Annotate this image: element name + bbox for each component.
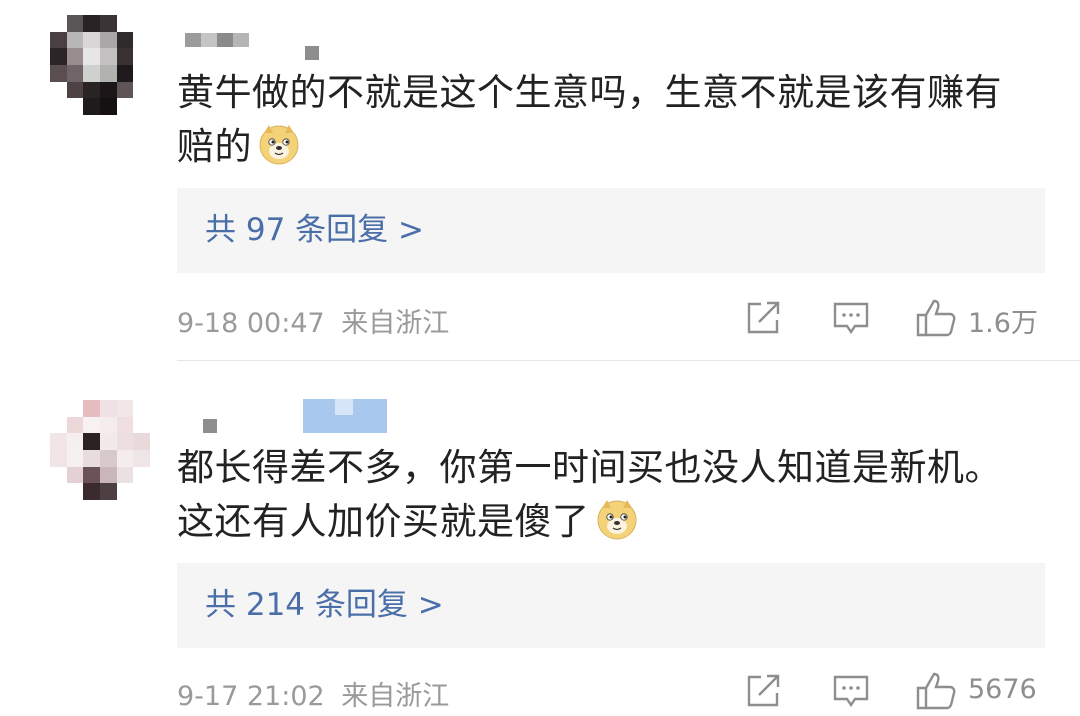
thumbs-up-icon[interactable] (915, 298, 957, 338)
share-icon[interactable] (745, 673, 783, 709)
comment-text-line: 黄牛做的不就是这个生意吗，生意不就是该有赚有 (177, 71, 1002, 114)
like-count: 1.6万 (968, 308, 1038, 339)
comment-text-line: 都长得差不多，你第一时间买也没人知道是新机。 (177, 446, 1002, 489)
share-icon[interactable] (745, 300, 783, 336)
comment-meta: 9-18 00:47 来自浙江 (177, 301, 449, 340)
username[interactable] (185, 399, 395, 433)
comment-item: 都长得差不多，你第一时间买也没人知道是新机。 这还有人加价买就是傻了 共 214… (0, 361, 1080, 716)
reply-count-link[interactable]: 共 97 条回复 > (205, 188, 424, 273)
reply-summary[interactable]: 共 97 条回复 > (177, 188, 1045, 273)
like-count: 5676 (968, 674, 1037, 705)
comment-text-line: 这还有人加价买就是傻了 (177, 500, 590, 543)
reply-count-link[interactable]: 共 214 条回复 > (205, 563, 444, 648)
doge-emoji (259, 125, 299, 165)
comment-meta: 9-17 21:02 来自浙江 (177, 674, 449, 713)
comment-text-line: 赔的 (177, 125, 252, 168)
comment-date: 9-18 00:47 (177, 308, 325, 339)
comment-location: 来自浙江 (341, 308, 450, 339)
username[interactable] (185, 28, 345, 60)
comment-text: 都长得差不多，你第一时间买也没人知道是新机。 这还有人加价买就是傻了 (177, 441, 1057, 549)
comment-icon[interactable] (832, 673, 870, 709)
comment-location: 来自浙江 (341, 681, 450, 712)
avatar[interactable] (50, 15, 150, 115)
doge-emoji (597, 500, 636, 540)
reply-summary[interactable]: 共 214 条回复 > (177, 563, 1045, 648)
avatar[interactable] (50, 400, 150, 500)
comment-item: 黄牛做的不就是这个生意吗，生意不就是该有赚有 赔的 共 97 条回复 > 9-1… (0, 0, 1080, 361)
comment-icon[interactable] (832, 300, 870, 336)
comment-text: 黄牛做的不就是这个生意吗，生意不就是该有赚有 赔的 (177, 66, 1057, 174)
comment-date: 9-17 21:02 (177, 681, 325, 712)
thumbs-up-icon[interactable] (915, 671, 957, 711)
